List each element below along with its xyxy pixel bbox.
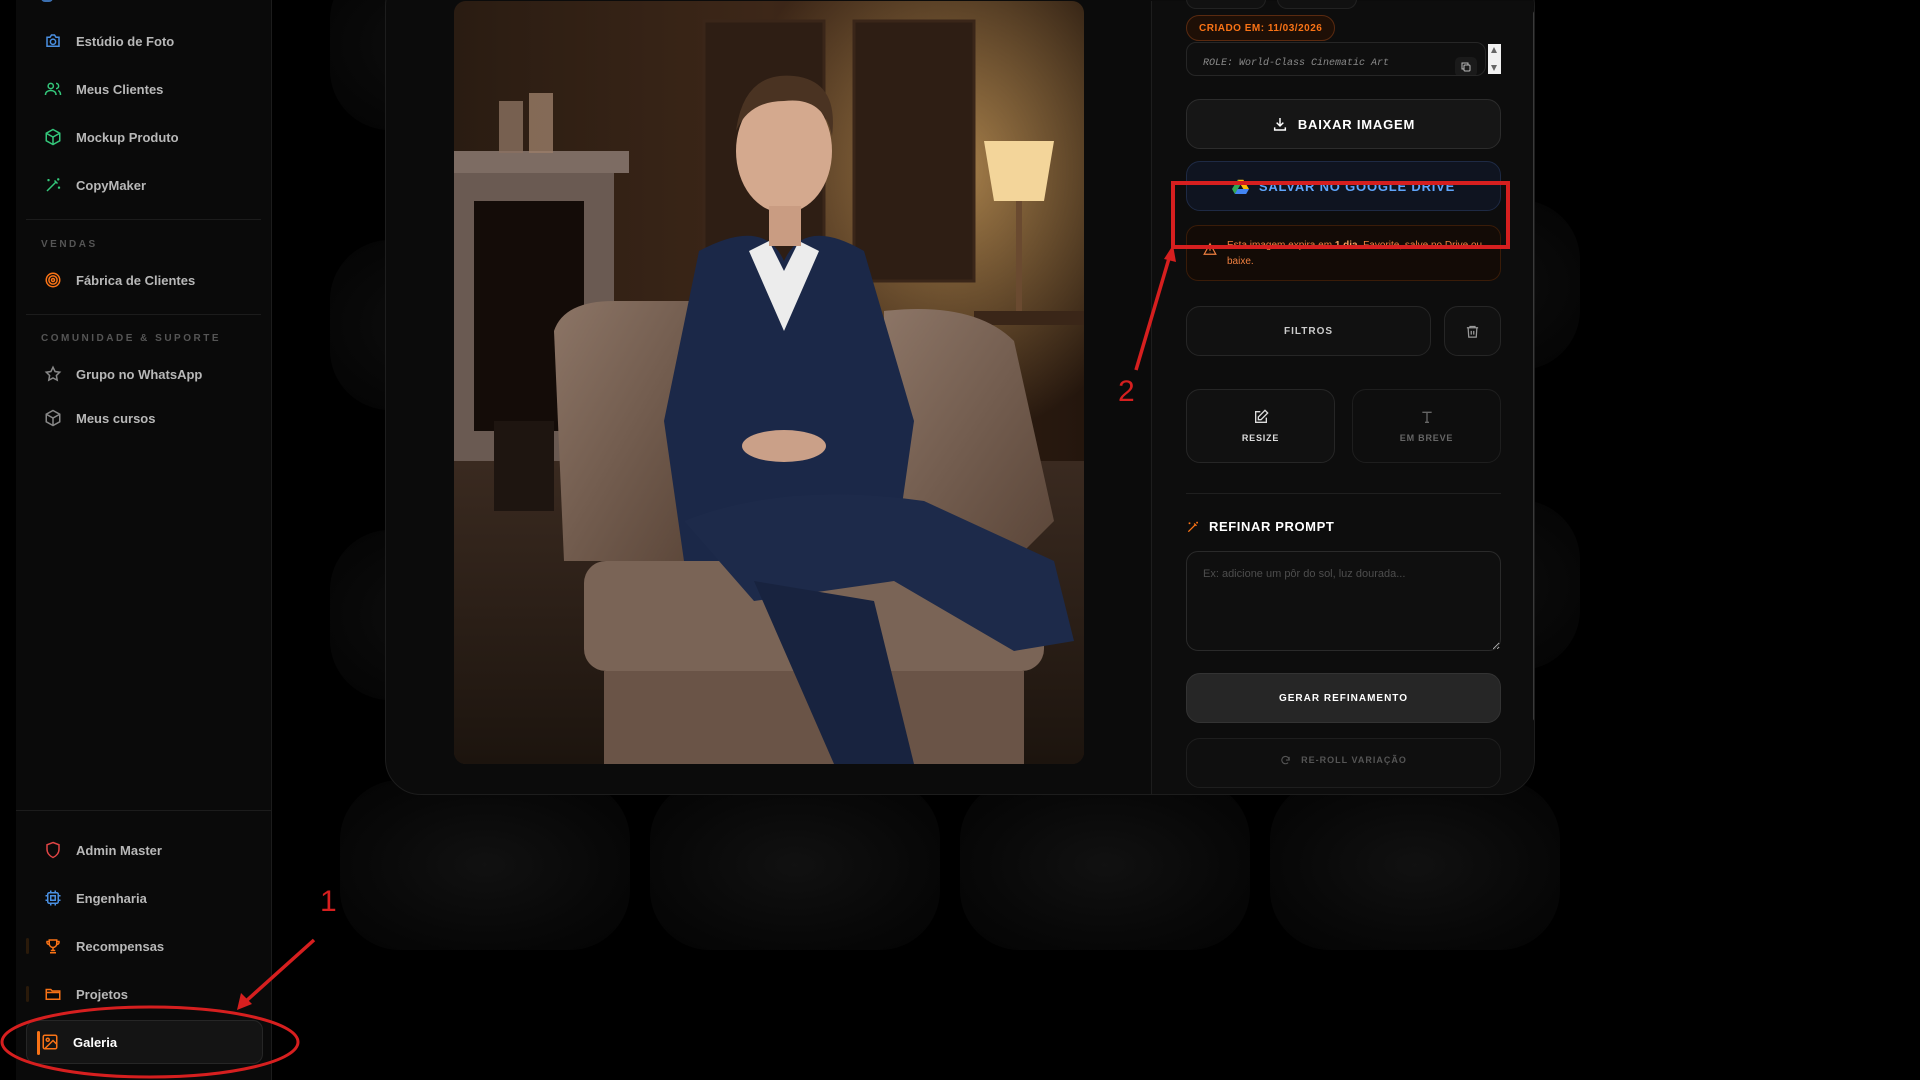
app-root: Estúdio de Foto Meus Clientes Mockup Pro… — [0, 0, 1920, 1080]
sidebar-item-grupo-whatsapp[interactable]: Grupo no WhatsApp — [38, 354, 259, 394]
indicator-tick — [26, 938, 29, 954]
camera-icon — [44, 32, 62, 50]
filters-button[interactable]: FILTROS — [1186, 306, 1431, 356]
trash-icon — [1466, 325, 1479, 338]
sidebar-item-meus-cursos[interactable]: Meus cursos — [38, 398, 259, 438]
sidebar-item-copymaker[interactable]: CopyMaker — [38, 165, 259, 205]
download-label: BAIXAR IMAGEM — [1297, 116, 1416, 132]
refine-title-text: REFINAR PROMPT — [1209, 519, 1335, 534]
download-image-button[interactable]: BAIXAR IMAGEM — [1186, 99, 1501, 149]
reroll-variation-button[interactable]: RE-ROLL VARIAÇÃO — [1186, 738, 1501, 788]
download-icon — [1273, 118, 1286, 131]
copy-prompt-button[interactable] — [1455, 57, 1477, 75]
sidebar-divider — [26, 314, 261, 315]
copy-icon — [1461, 62, 1471, 72]
panel-scrollbar[interactable] — [1533, 11, 1534, 721]
sidebar-item-label: Fábrica de Clientes — [76, 272, 196, 288]
sidebar: Estúdio de Foto Meus Clientes Mockup Pro… — [16, 0, 272, 1080]
sidebar-item-label: Projetos — [76, 986, 129, 1002]
shield-icon — [44, 841, 62, 859]
google-drive-icon — [1231, 179, 1249, 194]
resize-label: RESIZE — [1241, 433, 1280, 443]
magic-wand-icon — [44, 176, 62, 194]
sidebar-item-meus-clientes[interactable]: Meus Clientes — [38, 69, 259, 109]
sidebar-item-label: Estúdio de Foto — [76, 33, 175, 49]
sidebar-item-projetos[interactable]: Projetos — [38, 974, 259, 1014]
panel-divider — [1186, 493, 1501, 494]
generated-image[interactable] — [454, 1, 1084, 764]
gallery-card-ghost — [650, 780, 940, 950]
star-icon — [44, 365, 62, 383]
box-icon — [44, 409, 62, 427]
indicator-tick — [26, 986, 29, 1002]
sidebar-item-label: Galeria — [73, 1034, 118, 1050]
sidebar-partial-icon — [41, 0, 53, 2]
save-google-drive-button[interactable]: SALVAR NO GOOGLE DRIVE — [1186, 161, 1501, 211]
meta-chip — [1186, 0, 1266, 9]
sidebar-item-label: Grupo no WhatsApp — [76, 366, 203, 382]
image-icon — [41, 1033, 59, 1051]
text-icon — [1421, 411, 1432, 423]
sidebar-divider — [16, 810, 271, 811]
refine-prompt-input[interactable] — [1186, 551, 1501, 651]
sidebar-item-label: Recompensas — [76, 938, 165, 954]
trophy-icon — [44, 937, 62, 955]
sidebar-item-label: Mockup Produto — [76, 129, 179, 145]
drive-label: SALVAR NO GOOGLE DRIVE — [1258, 178, 1456, 194]
section-label-comunidade: COMUNIDADE & SUPORTE — [41, 333, 222, 344]
prompt-preview: ROLE: World-Class Cinematic Art — [1186, 42, 1486, 76]
detail-panel: CRIADO EM: 11/03/2026 ROLE: World-Class … — [1151, 0, 1534, 794]
resize-icon — [1254, 409, 1269, 423]
cpu-icon — [44, 889, 62, 907]
scroll-up-arrow-icon[interactable] — [1491, 47, 1497, 53]
annotation-label-2: 2 — [1118, 375, 1135, 408]
expiry-warning-text: Esta imagem expira em 1 dia. Favorite, s… — [1227, 238, 1486, 270]
sidebar-item-fabrica-de-clientes[interactable]: Fábrica de Clientes — [38, 260, 259, 300]
meta-chip — [1277, 0, 1357, 9]
sidebar-item-engenharia[interactable]: Engenharia — [38, 878, 259, 918]
scroll-down-arrow-icon[interactable] — [1491, 65, 1497, 71]
created-date-chip: CRIADO EM: 11/03/2026 — [1186, 15, 1336, 41]
annotation-label-1: 1 — [320, 885, 337, 918]
users-icon — [44, 80, 62, 98]
sidebar-item-label: CopyMaker — [76, 177, 147, 193]
refresh-icon — [1281, 755, 1290, 765]
package-icon — [44, 128, 62, 146]
generate-refinement-button[interactable]: GERAR REFINAMENTO — [1186, 673, 1501, 723]
sidebar-item-estudio-de-foto[interactable]: Estúdio de Foto — [38, 21, 259, 61]
sidebar-item-galeria[interactable]: Galeria — [26, 1020, 263, 1064]
sidebar-item-label: Meus Clientes — [76, 81, 164, 97]
portrait-image — [454, 1, 1084, 764]
refine-prompt-heading: REFINAR PROMPT — [1186, 519, 1334, 534]
resize-tile[interactable]: RESIZE — [1186, 389, 1335, 463]
coming-soon-label: EM BREVE — [1399, 433, 1454, 443]
sidebar-divider — [26, 219, 261, 220]
prompt-text: ROLE: World-Class Cinematic Art — [1203, 58, 1390, 69]
gallery-card-ghost — [340, 780, 630, 950]
expiry-warning: Esta imagem expira em 1 dia. Favorite, s… — [1186, 225, 1501, 281]
folder-icon — [44, 985, 62, 1003]
image-detail-modal: CRIADO EM: 11/03/2026 ROLE: World-Class … — [385, 0, 1535, 795]
warning-text-before: Esta imagem expira em — [1227, 240, 1335, 251]
sidebar-item-label: Engenharia — [76, 890, 147, 906]
target-icon — [44, 271, 62, 289]
gallery-card-ghost — [960, 780, 1250, 950]
reroll-label: RE-ROLL VARIAÇÃO — [1301, 755, 1407, 765]
gallery-card-ghost — [1270, 780, 1560, 950]
filters-label: FILTROS — [1283, 325, 1334, 337]
sidebar-item-admin-master[interactable]: Admin Master — [38, 830, 259, 870]
prompt-scrollbar[interactable] — [1488, 44, 1501, 74]
magic-wand-icon — [1187, 521, 1198, 532]
sidebar-item-mockup-produto[interactable]: Mockup Produto — [38, 117, 259, 157]
sidebar-item-label: Meus cursos — [76, 410, 156, 426]
active-indicator — [37, 1031, 40, 1055]
warning-icon — [1203, 242, 1217, 255]
sidebar-item-recompensas[interactable]: Recompensas — [38, 926, 259, 966]
section-label-vendas: VENDAS — [41, 239, 98, 250]
generate-label: GERAR REFINAMENTO — [1278, 692, 1409, 704]
delete-button[interactable] — [1444, 306, 1501, 356]
warning-text-bold: 1 dia — [1334, 240, 1358, 251]
sidebar-item-label: Admin Master — [76, 842, 162, 858]
coming-soon-tile: EM BREVE — [1352, 389, 1501, 463]
